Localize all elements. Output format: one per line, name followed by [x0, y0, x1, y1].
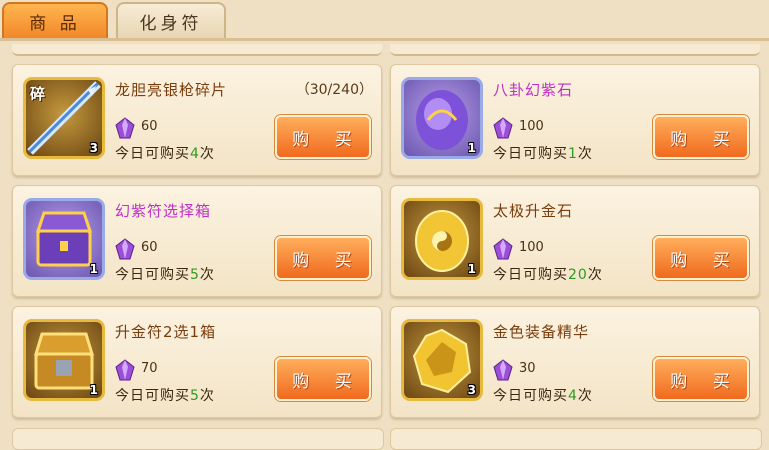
tab-bar: 商 品 化身符	[0, 0, 769, 41]
item-count: 3	[89, 141, 98, 155]
item-price: 60	[141, 119, 158, 134]
spear-fragment-icon[interactable]: 碎 3	[23, 77, 105, 159]
item-price: 30	[519, 361, 536, 376]
shop-item-card: 1 幻紫符选择箱 60 今日可购买5次 购 买	[12, 185, 382, 297]
item-count: 1	[89, 383, 98, 397]
gold-essence-icon[interactable]: 3	[401, 319, 483, 401]
shop-item-card: 1 升金符2选1箱 70 今日可购买5次 购 买	[12, 306, 382, 418]
shop-item-card: 碎 3 龙胆亮银枪碎片 （30/240） 60 今日可购买4次 购 买	[12, 64, 382, 176]
item-name: 幻紫符选择箱	[115, 202, 212, 220]
item-name: 升金符2选1箱	[115, 323, 217, 341]
partial-card-top-right	[390, 44, 760, 56]
buy-button[interactable]: 购 买	[275, 115, 371, 159]
daily-limit: 今日可购买4次	[115, 146, 215, 162]
shop-item-card: 1 八卦幻紫石 100 今日可购买1次 购 买	[390, 64, 760, 176]
item-price: 70	[141, 361, 158, 376]
daily-limit: 今日可购买1次	[493, 146, 593, 162]
purple-crystal-icon	[115, 359, 135, 381]
tab-avatar-talisman[interactable]: 化身符	[116, 2, 226, 38]
item-name: 太极升金石	[493, 202, 574, 220]
buy-button[interactable]: 购 买	[275, 357, 371, 401]
buy-button[interactable]: 购 买	[275, 236, 371, 280]
shop-item-card: 1 太极升金石 100 今日可购买20次 购 买	[390, 185, 760, 297]
daily-limit: 今日可购买4次	[493, 388, 593, 404]
tab-underline	[0, 38, 769, 41]
purple-crystal-icon	[493, 238, 513, 260]
purple-chest-icon[interactable]: 1	[23, 198, 105, 280]
purple-crystal-icon	[115, 238, 135, 260]
item-count: 1	[89, 262, 98, 276]
item-name: 八卦幻紫石	[493, 81, 574, 99]
fragment-progress: （30/240）	[295, 82, 373, 98]
item-price: 100	[519, 240, 544, 255]
daily-limit: 今日可购买5次	[115, 267, 215, 283]
item-name: 金色装备精华	[493, 323, 590, 341]
item-price: 100	[519, 119, 544, 134]
shop-item-card: 3 金色装备精华 30 今日可购买4次 购 买	[390, 306, 760, 418]
partial-card-bottom-right	[390, 428, 762, 450]
buy-button[interactable]: 购 买	[653, 357, 749, 401]
gold-taiji-stone-icon[interactable]: 1	[401, 198, 483, 280]
partial-card-bottom-left	[12, 428, 384, 450]
buy-button[interactable]: 购 买	[653, 115, 749, 159]
gold-chest-icon[interactable]: 1	[23, 319, 105, 401]
tab-goods[interactable]: 商 品	[2, 2, 108, 38]
buy-button[interactable]: 购 买	[653, 236, 749, 280]
item-price: 60	[141, 240, 158, 255]
item-name: 龙胆亮银枪碎片	[115, 81, 228, 99]
item-count: 1	[467, 262, 476, 276]
daily-limit: 今日可购买20次	[493, 267, 603, 283]
purple-crystal-icon	[493, 117, 513, 139]
purple-bagua-stone-icon[interactable]: 1	[401, 77, 483, 159]
partial-card-top-left	[12, 44, 382, 56]
item-count: 1	[467, 141, 476, 155]
fragment-tag: 碎	[30, 85, 46, 103]
daily-limit: 今日可购买5次	[115, 388, 215, 404]
item-count: 3	[467, 383, 476, 397]
purple-crystal-icon	[115, 117, 135, 139]
purple-crystal-icon	[493, 359, 513, 381]
